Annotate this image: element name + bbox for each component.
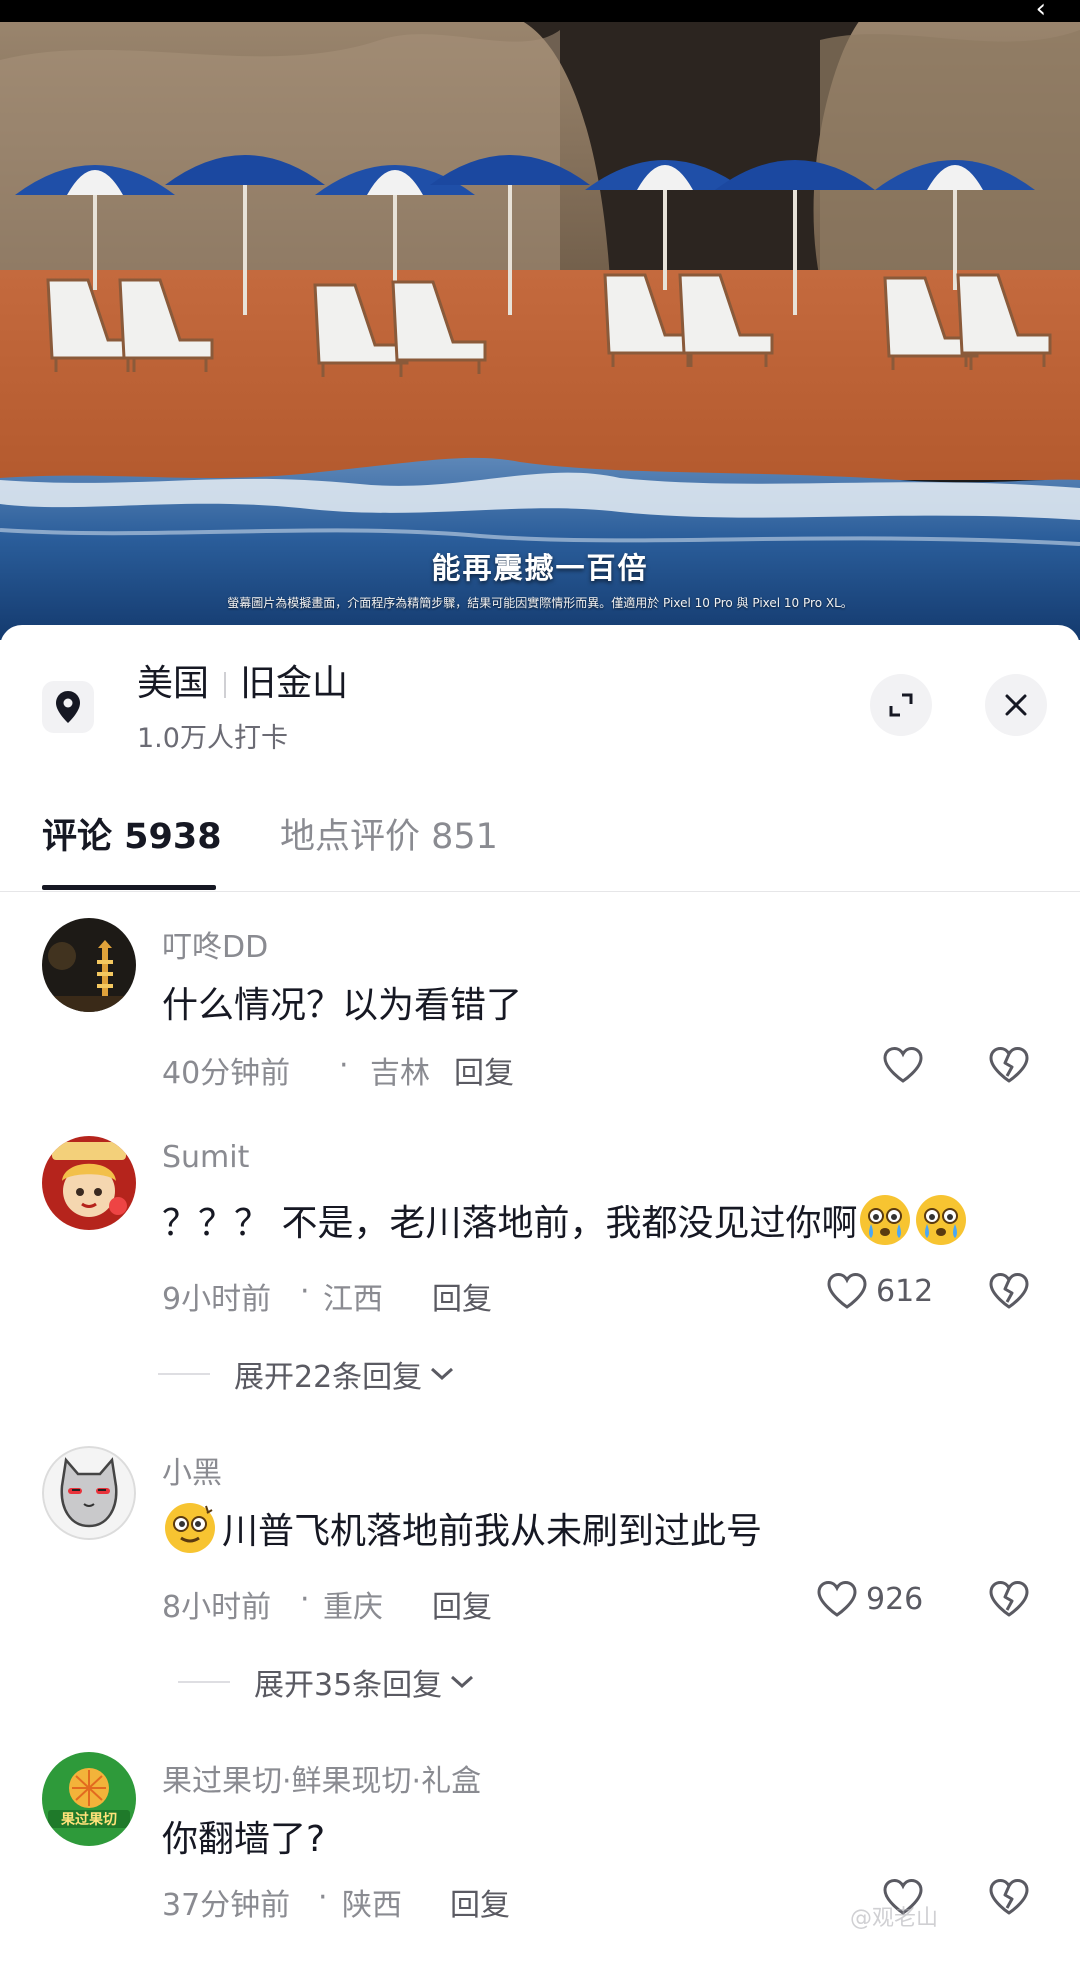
separator-dot: ·: [339, 1048, 349, 1083]
expand-line: [178, 1681, 230, 1683]
location-country[interactable]: 美国: [137, 660, 209, 708]
avatar-text: 果过果切: [60, 1811, 117, 1828]
dislike-button[interactable]: [988, 1580, 1030, 1622]
dislike-button[interactable]: [988, 1046, 1030, 1088]
beach-scene-image: [0, 0, 1080, 640]
comment-username[interactable]: 果过果切·鲜果现切·礼盒: [162, 1756, 481, 1800]
avatar[interactable]: 果过果切: [42, 1752, 136, 1846]
comment-text: 什么情况？以为看错了: [162, 985, 523, 1026]
dislike-button[interactable]: [988, 1878, 1030, 1920]
like-count: 612: [876, 1274, 934, 1309]
reply-button[interactable]: 回复: [432, 1274, 492, 1318]
like-button[interactable]: [882, 1046, 924, 1088]
location-divider: [224, 672, 226, 698]
heart-icon: [883, 1046, 923, 1083]
reply-button[interactable]: 回复: [432, 1582, 492, 1626]
like-button[interactable]: [826, 1272, 868, 1314]
comment-time: 9小时前: [162, 1282, 272, 1317]
location-checkins: 1.0万人打卡: [137, 723, 288, 754]
active-tab-indicator: [42, 885, 216, 890]
expand-replies-label: 展开22条回复: [234, 1360, 423, 1395]
watermark: @观老山: [850, 1906, 939, 1931]
comment-region: 吉林: [370, 1056, 430, 1091]
comment-region: 陕西: [342, 1888, 402, 1923]
crying-face-emoji-icon: [860, 1195, 911, 1245]
heart-icon: [817, 1580, 857, 1617]
chevron-icon[interactable]: ‹: [1036, 0, 1046, 22]
comment-text: ？？？ 不是，老川落地前，我都没见过你啊: [162, 1192, 969, 1248]
comment-username[interactable]: 叮咚DD: [162, 922, 268, 966]
comment-text-content: 川普飞机落地前我从未刷到过此号: [222, 1511, 763, 1552]
tabs-divider: [0, 891, 1080, 892]
expand-replies-label: 展开35条回复: [254, 1668, 443, 1703]
comment-time: 40分钟前: [162, 1056, 291, 1091]
like-button[interactable]: [816, 1580, 858, 1622]
chevron-down-icon: [431, 1367, 454, 1381]
broken-heart-icon: [989, 1047, 1029, 1083]
status-bar: [0, 0, 1080, 22]
separator-dot: ·: [300, 1582, 310, 1617]
tab-comments[interactable]: 评论 5938: [42, 812, 222, 862]
expand-replies-button[interactable]: 展开35条回复: [178, 1660, 476, 1704]
video-disclaimer: 螢幕圖片為模擬畫面，介面程序為精簡步驟，結果可能因實際情形而異。僅適用於 Pix…: [227, 596, 853, 610]
broken-heart-icon: [989, 1273, 1029, 1309]
location-pin-icon: [42, 681, 94, 733]
close-icon: [1005, 694, 1027, 716]
crying-face-emoji-icon: [916, 1195, 967, 1245]
broken-heart-icon: [989, 1581, 1029, 1617]
chevron-down-icon: [451, 1675, 474, 1689]
video-player[interactable]: ‹ 能再震撼一百倍 螢幕圖片為模擬畫面，介面程序為精簡步驟，結果可能因實際情形而…: [0, 0, 1080, 640]
dizzy-face-emoji-icon: [165, 1503, 215, 1553]
separator-dot: ·: [300, 1274, 310, 1309]
avatar[interactable]: [42, 918, 136, 1012]
avatar[interactable]: [42, 1136, 136, 1230]
video-caption: 能再震撼一百倍: [431, 551, 649, 585]
comment-text: 你翻墙了?: [162, 1819, 326, 1860]
reply-button[interactable]: 回复: [450, 1880, 510, 1924]
comment-time: 37分钟前: [162, 1888, 291, 1923]
avatar[interactable]: [42, 1446, 136, 1540]
reply-button[interactable]: 回复: [454, 1048, 514, 1092]
comment-region: 重庆: [323, 1590, 383, 1625]
heart-icon: [827, 1272, 867, 1309]
broken-heart-icon: [989, 1879, 1029, 1915]
separator-dot: ·: [318, 1880, 328, 1915]
comment-username[interactable]: 小黑: [162, 1448, 222, 1492]
close-button[interactable]: [985, 674, 1047, 736]
comment-time: 8小时前: [162, 1590, 272, 1625]
dislike-button[interactable]: [988, 1272, 1030, 1314]
tab-place-reviews[interactable]: 地点评价 851: [280, 812, 498, 862]
expand-replies-button[interactable]: 展开22条回复: [158, 1352, 456, 1396]
comment-region: 江西: [323, 1282, 383, 1317]
location-city[interactable]: 旧金山: [240, 660, 348, 708]
comment-text: 川普飞机落地前我从未刷到过此号: [162, 1500, 762, 1556]
comment-username[interactable]: Sumit: [162, 1140, 249, 1175]
comment-text-content: ？？？ 不是，老川落地前，我都没见过你啊: [162, 1203, 858, 1244]
expand-line: [158, 1373, 210, 1375]
expand-icon: [889, 693, 913, 717]
expand-button[interactable]: [870, 674, 932, 736]
like-count: 926: [866, 1582, 924, 1617]
